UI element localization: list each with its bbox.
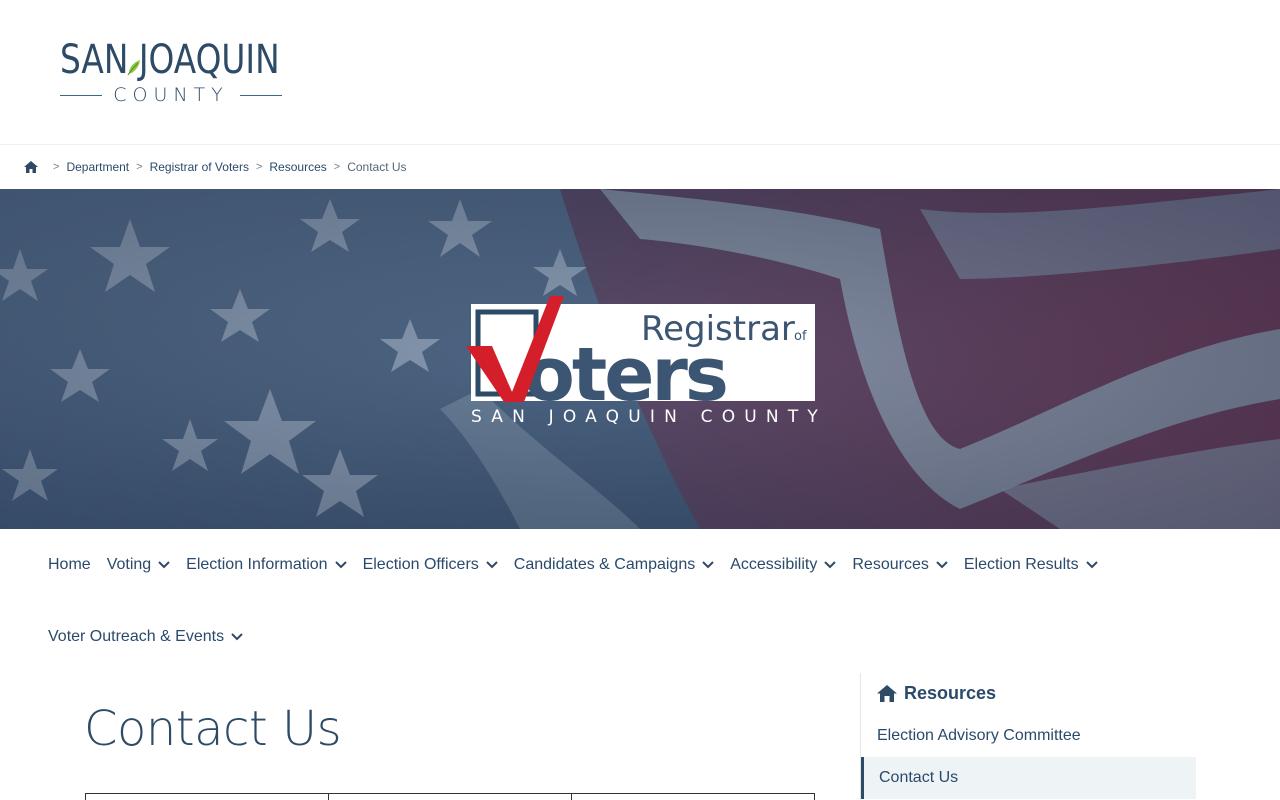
chevron-down-icon — [158, 561, 170, 569]
sidebar-heading-label: Resources — [904, 683, 997, 703]
nav-voting[interactable]: Voting — [107, 556, 170, 574]
sidebar-item-label: Election Advisory Committee — [877, 727, 1081, 744]
logo-voters-text: oters — [524, 332, 726, 418]
nav-row: Home Voting Election Information Electio… — [48, 529, 1114, 601]
nav-election-information[interactable]: Election Information — [186, 556, 347, 574]
chevron-down-icon — [334, 561, 347, 569]
table-column-divider — [571, 794, 572, 800]
sidebar: Resources Election Advisory Committee Co… — [860, 673, 1196, 800]
home-icon[interactable] — [24, 161, 38, 173]
breadcrumb-department[interactable]: Department — [66, 160, 129, 174]
chevron-down-icon — [702, 561, 714, 569]
sidebar-item-contact-us[interactable]: Contact Us — [861, 757, 1196, 799]
nav-home[interactable]: Home — [48, 556, 91, 574]
nav-election-results[interactable]: Election Results — [964, 556, 1098, 574]
chevron-down-icon — [231, 633, 243, 641]
table-column-divider — [328, 794, 329, 800]
logo-divider-right — [240, 95, 282, 96]
logo-top-text: SAN JOAQUIN — [60, 37, 280, 83]
breadcrumb-current: Contact Us — [347, 160, 407, 174]
san-joaquin-county-logo[interactable]: SAN JOAQUIN COUNTY — [60, 38, 282, 106]
breadcrumb-registrar-of-voters[interactable]: Registrar of Voters — [150, 160, 249, 174]
registrar-of-voters-logo: Registrar of oters SAN JOAQUIN COUNTY — [466, 296, 818, 426]
breadcrumb-separator: > — [53, 161, 60, 173]
nav-label: Election Results — [963, 556, 1079, 573]
breadcrumb-resources[interactable]: Resources — [269, 160, 326, 174]
logo-divider-left — [60, 95, 102, 96]
nav-label: Voting — [106, 556, 152, 573]
chevron-down-icon — [486, 561, 498, 569]
sidebar-item-label: Contact Us — [879, 769, 959, 786]
nav-candidates-campaigns[interactable]: Candidates & Campaigns — [514, 556, 714, 574]
breadcrumb: > Department > Registrar of Voters > Res… — [0, 144, 1280, 189]
logo-of-text: of — [794, 329, 807, 344]
nav-label: Election Officers — [362, 556, 479, 573]
nav-label: Voter Outreach & Events — [48, 628, 225, 645]
logo-county-text: COUNTY — [113, 84, 229, 106]
breadcrumb-separator: > — [333, 161, 341, 173]
chevron-down-icon — [1085, 561, 1098, 569]
nav-label: Resources — [852, 556, 929, 573]
site-header: SAN JOAQUIN COUNTY — [0, 0, 1280, 144]
chevron-down-icon — [824, 561, 837, 569]
nav-label: Accessibility — [730, 556, 818, 573]
sidebar-item-election-advisory-committee[interactable]: Election Advisory Committee — [861, 715, 1196, 757]
leaf-icon — [127, 60, 140, 76]
logo-subtitle-text: SAN JOAQUIN COUNTY — [471, 407, 818, 426]
chevron-down-icon — [936, 561, 948, 569]
breadcrumb-separator: > — [136, 161, 143, 173]
breadcrumb-separator: > — [255, 161, 263, 173]
main-navigation: Home Voting Election Information Electio… — [0, 529, 1280, 673]
nav-label: Candidates & Campaigns — [513, 556, 696, 573]
page-title: Contact Us — [84, 701, 342, 757]
nav-election-officers[interactable]: Election Officers — [363, 556, 498, 574]
logo-bottom: COUNTY — [60, 84, 282, 106]
nav-row: Voter Outreach & Events — [48, 601, 259, 673]
nav-label: Home — [48, 556, 91, 573]
nav-resources[interactable]: Resources — [852, 556, 948, 574]
nav-label: Election Information — [186, 556, 328, 573]
sidebar-heading[interactable]: Resources — [877, 683, 996, 704]
nav-voter-outreach-events[interactable]: Voter Outreach & Events — [48, 628, 243, 646]
home-icon — [877, 685, 897, 702]
nav-accessibility[interactable]: Accessibility — [730, 556, 837, 574]
contact-table — [85, 793, 815, 800]
